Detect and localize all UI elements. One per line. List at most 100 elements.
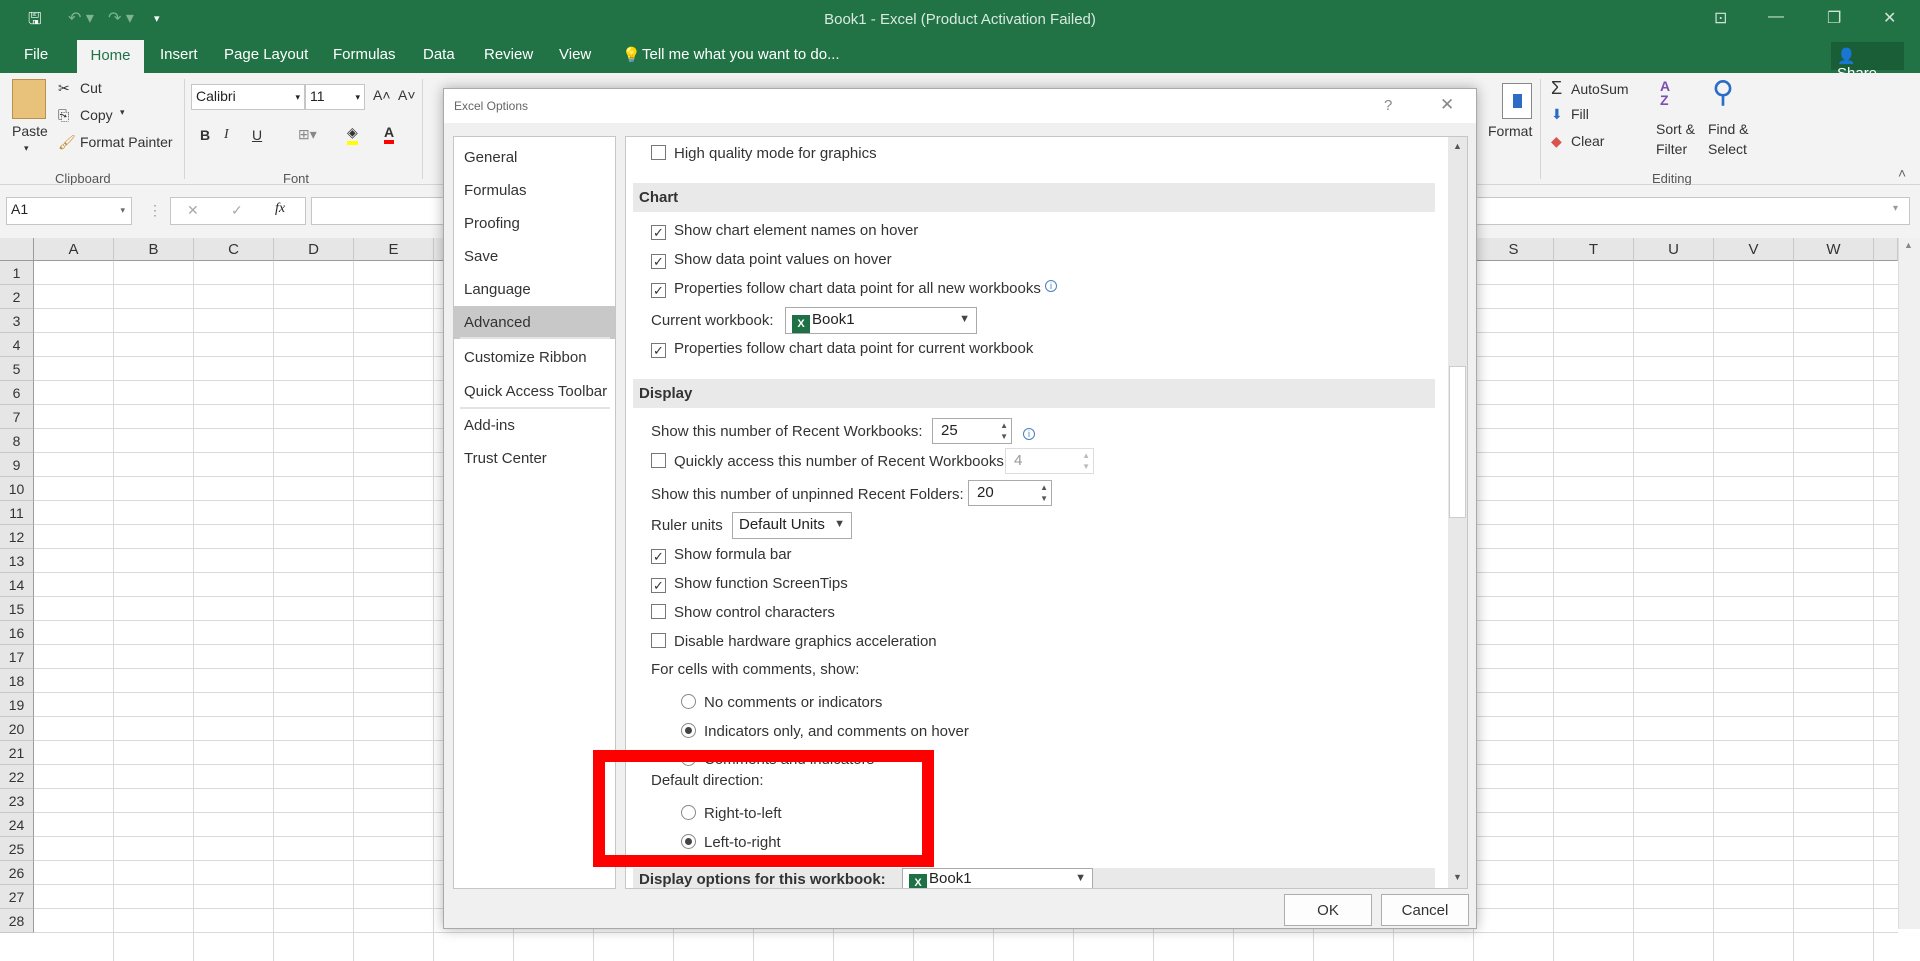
format-painter-button[interactable]: Format Painter	[80, 134, 173, 150]
props-current-option[interactable]: ✓ Properties follow chart data point for …	[651, 340, 1033, 358]
ruler-units-dropdown[interactable]: Default Units ▼	[732, 512, 852, 539]
close-window-icon[interactable]: ✕	[1883, 8, 1896, 28]
radio-option[interactable]: Indicators only, and comments on hover	[681, 723, 969, 740]
column-header[interactable]: V	[1714, 238, 1794, 261]
column-header[interactable]: B	[114, 238, 194, 261]
row-header[interactable]: 11	[0, 501, 34, 525]
sort-filter-button[interactable]: Filter	[1656, 141, 1687, 157]
paste-icon[interactable]	[12, 79, 46, 119]
props-all-new-option[interactable]: ✓ Properties follow chart data point for …	[651, 280, 1058, 298]
cancel-icon[interactable]: ✕	[187, 202, 199, 219]
collapse-ribbon-icon[interactable]: ˄	[1898, 165, 1906, 181]
screentips-option[interactable]: ✓ Show function ScreenTips	[651, 575, 848, 593]
fill-button[interactable]: Fill	[1571, 106, 1589, 122]
paste-button[interactable]: Paste	[12, 123, 48, 139]
increase-font-icon[interactable]: A˄	[373, 87, 391, 103]
sort-filter-line1[interactable]: Sort &	[1656, 121, 1695, 137]
row-header[interactable]: 22	[0, 765, 34, 789]
nav-item-general[interactable]: General	[454, 141, 615, 174]
row-header[interactable]: 9	[0, 453, 34, 477]
workbook-options-dropdown[interactable]: X Book1 ▼	[902, 868, 1093, 888]
font-size-box[interactable]: 11 ▾	[305, 84, 365, 110]
vertical-scrollbar[interactable]: ▲	[1898, 238, 1920, 929]
row-header[interactable]: 3	[0, 309, 34, 333]
spinner-arrows-icon[interactable]: ▲ ▼	[1000, 420, 1008, 442]
current-workbook-dropdown[interactable]: X Book1 ▼	[785, 307, 977, 334]
cancel-button[interactable]: Cancel	[1381, 894, 1469, 926]
nav-item-save[interactable]: Save	[454, 240, 615, 273]
row-header[interactable]: 14	[0, 573, 34, 597]
info-icon[interactable]: i	[1023, 428, 1035, 440]
row-header[interactable]: 17	[0, 645, 34, 669]
column-header[interactable]: T	[1554, 238, 1634, 261]
nav-item-proofing[interactable]: Proofing	[454, 207, 615, 240]
options-scrollbar[interactable]: ▲ ▼	[1448, 137, 1467, 888]
spinner-arrows-icon[interactable]: ▲ ▼	[1040, 482, 1048, 504]
column-header[interactable]: A	[34, 238, 114, 261]
tab-home[interactable]: Home	[77, 40, 144, 73]
checkbox[interactable]: ✓	[651, 283, 666, 298]
row-header[interactable]: 6	[0, 381, 34, 405]
column-header-partial[interactable]	[1874, 238, 1898, 261]
close-dialog-button[interactable]: ✕	[1440, 95, 1454, 115]
row-header[interactable]: 8	[0, 429, 34, 453]
checkbox[interactable]: ✓	[651, 225, 666, 240]
row-header[interactable]: 25	[0, 837, 34, 861]
nav-item-formulas[interactable]: Formulas	[454, 174, 615, 207]
scroll-down-icon[interactable]: ▼	[1453, 872, 1462, 882]
data-point-values-option[interactable]: ✓ Show data point values on hover	[651, 251, 892, 269]
checkbox[interactable]: ✓	[651, 578, 666, 593]
autosum-button[interactable]: AutoSum	[1571, 81, 1629, 97]
unpinned-folders-spinner[interactable]: 20 ▲ ▼	[968, 480, 1052, 506]
chart-element-names-option[interactable]: ✓ Show chart element names on hover	[651, 222, 918, 240]
row-header[interactable]: 13	[0, 549, 34, 573]
find-select-line1[interactable]: Find &	[1708, 121, 1748, 137]
control-chars-option[interactable]: Show control characters	[651, 604, 835, 621]
italic-button[interactable]: I	[224, 127, 229, 143]
tab-page-layout[interactable]: Page Layout	[224, 46, 308, 63]
row-header[interactable]: 7	[0, 405, 34, 429]
tell-me-search[interactable]: Tell me what you want to do...	[642, 46, 840, 63]
copy-button[interactable]: Copy	[80, 107, 113, 123]
column-header[interactable]: S	[1474, 238, 1554, 261]
help-button[interactable]: ?	[1384, 97, 1392, 114]
scroll-up-icon[interactable]: ▲	[1904, 240, 1913, 250]
checkbox[interactable]: ✓	[651, 343, 666, 358]
row-header[interactable]: 15	[0, 597, 34, 621]
select-all-button[interactable]	[0, 238, 34, 261]
scroll-up-icon[interactable]: ▲	[1453, 141, 1462, 151]
quick-access-option[interactable]: Quickly access this number of Recent Wor…	[651, 453, 1008, 470]
checkbox[interactable]	[651, 453, 666, 468]
nav-item-language[interactable]: Language	[454, 273, 615, 306]
nav-item-customize-ribbon[interactable]: Customize Ribbon	[454, 341, 615, 374]
decrease-font-icon[interactable]: A˅	[398, 87, 416, 103]
row-header[interactable]: 10	[0, 477, 34, 501]
row-header[interactable]: 12	[0, 525, 34, 549]
font-color-icon[interactable]: A	[384, 124, 395, 144]
row-header[interactable]: 18	[0, 669, 34, 693]
ribbon-display-icon[interactable]: ⊡	[1714, 8, 1727, 28]
nav-item-advanced[interactable]: Advanced	[454, 306, 615, 339]
row-header[interactable]: 24	[0, 813, 34, 837]
tab-view[interactable]: View	[559, 46, 591, 63]
bold-button[interactable]: B	[200, 127, 210, 143]
recent-workbooks-spinner[interactable]: 25 ▲ ▼	[932, 418, 1012, 444]
checkbox[interactable]	[651, 145, 666, 160]
row-header[interactable]: 27	[0, 885, 34, 909]
column-header[interactable]: E	[354, 238, 434, 261]
tab-review[interactable]: Review	[484, 46, 533, 63]
column-header[interactable]: D	[274, 238, 354, 261]
scroll-thumb[interactable]	[1449, 366, 1466, 518]
row-header[interactable]: 21	[0, 741, 34, 765]
nav-item-quick-access-toolbar[interactable]: Quick Access Toolbar	[454, 375, 615, 408]
row-header[interactable]: 23	[0, 789, 34, 813]
minimize-icon[interactable]: —	[1768, 8, 1784, 26]
row-header[interactable]: 4	[0, 333, 34, 357]
row-header[interactable]: 1	[0, 261, 34, 285]
checkbox[interactable]	[651, 633, 666, 648]
underline-button[interactable]: U	[252, 127, 262, 143]
ok-button[interactable]: OK	[1284, 894, 1372, 926]
row-header[interactable]: 20	[0, 717, 34, 741]
expand-formula-icon[interactable]: ▾	[1893, 203, 1898, 214]
restore-icon[interactable]: ❐	[1827, 8, 1841, 28]
